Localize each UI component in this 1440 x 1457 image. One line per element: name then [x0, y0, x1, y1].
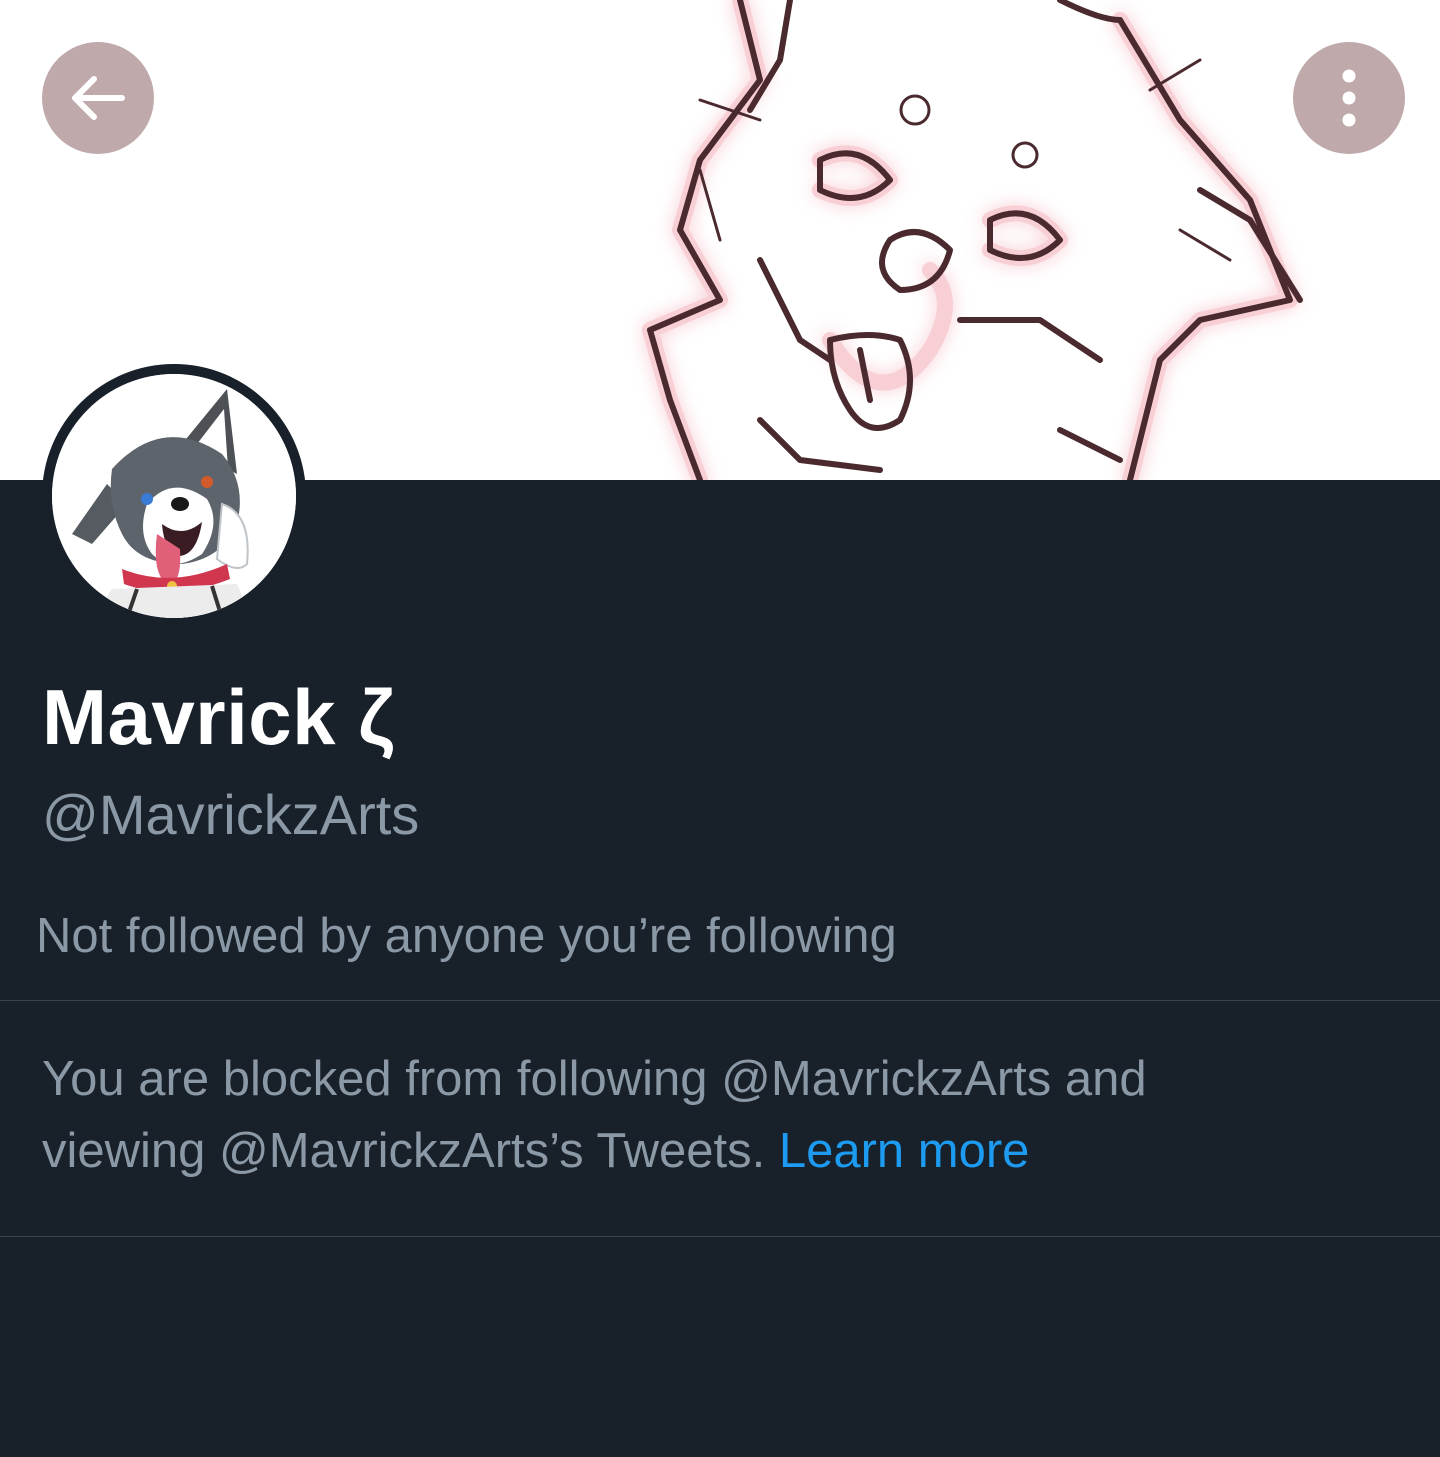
followers-you-know-note: Not followed by anyone you’re following [36, 909, 897, 963]
blocked-notice-line-1: You are blocked from following @Mavrickz… [42, 1052, 1147, 1106]
blocked-notice: You are blocked from following @Mavrickz… [42, 1043, 1402, 1187]
avatar-image [52, 374, 296, 618]
avatar[interactable] [42, 364, 306, 628]
arrow-left-icon [72, 76, 125, 120]
learn-more-link[interactable]: Learn more [779, 1124, 1030, 1178]
display-name: Mavrick ζ [42, 673, 395, 761]
profile-page: Mavrick ζ @MavrickzArts Not followed by … [0, 0, 1440, 1457]
profile-handle: @MavrickzArts [42, 783, 420, 846]
more-options-button[interactable] [1293, 42, 1405, 154]
blocked-notice-line-2: viewing @MavrickzArts’s Tweets. [42, 1124, 766, 1178]
divider [0, 1000, 1440, 1001]
divider [0, 1236, 1440, 1237]
more-vertical-icon [1342, 69, 1356, 127]
back-button[interactable] [42, 42, 154, 154]
